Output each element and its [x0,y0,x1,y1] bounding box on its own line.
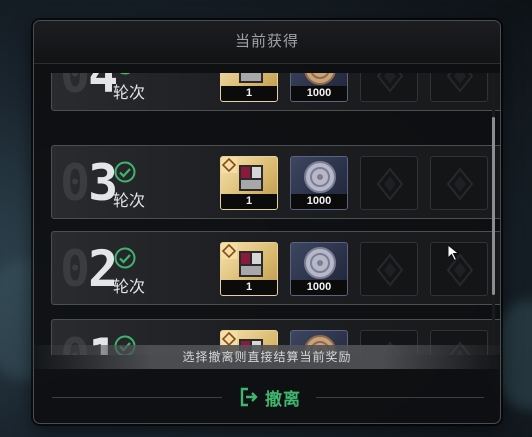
reward-quantity: 1000 [291,194,347,209]
round-row-02: 02 轮次 1 1000 [51,231,500,305]
reward-crate-slot[interactable]: 1 [220,156,278,210]
reward-empty-slot [360,73,418,102]
reward-quantity: 1 [221,194,277,209]
scrollbar[interactable] [492,73,495,355]
crate-icon [221,243,263,277]
leave-button-label: 撤离 [265,389,301,409]
panel-title: 当前获得 [34,21,500,64]
round-number-digit: 3 [88,154,118,212]
check-circle-icon [119,73,131,75]
exit-icon [240,387,258,407]
reward-coin-slot[interactable]: 1000 [290,73,348,102]
divider-left [52,397,222,398]
round-number-prefix: 0 [60,73,90,104]
coin-icon [304,161,336,193]
empty-slot-icon [376,253,404,287]
reward-quantity: 1000 [291,280,347,295]
round-label: 轮次 [113,193,146,210]
round-number-prefix: 0 [60,240,90,298]
empty-slot-icon [446,167,474,201]
round-number-digit: 4 [88,73,118,104]
check-circle-icon [114,161,136,183]
reward-empty-slot [430,156,488,210]
round-row-03: 03 轮次 1 1000 [51,145,500,219]
reward-coin-slot[interactable]: 1000 [290,156,348,210]
empty-slot-icon [446,73,474,93]
reward-crate-slot[interactable]: 1 [220,73,278,102]
reward-quantity: 1 [221,86,277,101]
reward-quantity: 1 [221,280,277,295]
check-circle-icon [114,247,136,269]
round-number: 03 [60,154,118,212]
reward-empty-slot [430,73,488,102]
reward-empty-slot [360,242,418,296]
scrollbar-thumb[interactable] [492,117,495,295]
crate-icon [221,157,263,191]
empty-slot-icon [376,73,404,93]
coin-icon [304,247,336,279]
reward-crate-slot[interactable]: 1 [220,242,278,296]
rounds-list[interactable]: 04 轮次 1 1000 03 轮次 1 1000 02 轮次 1 1000 [34,73,500,355]
rewards-panel: 当前获得 04 轮次 1 1000 03 轮次 1 1000 02 轮次 1 1… [33,20,501,424]
divider-right [316,397,484,398]
round-row-04: 04 轮次 1 1000 [51,73,500,111]
round-number: 02 [60,240,118,298]
empty-slot-icon [376,167,404,201]
round-label: 轮次 [113,279,146,296]
round-number: 04 [60,73,118,104]
leave-button[interactable]: 撤离 [230,383,310,411]
reward-coin-slot[interactable]: 1000 [290,242,348,296]
reward-quantity: 1000 [291,86,347,101]
round-label: 轮次 [113,85,146,102]
mouse-cursor-icon [447,244,460,262]
leave-notice: 选择撤离则直接结算当前奖励 [34,345,500,369]
round-number-prefix: 0 [60,154,90,212]
reward-empty-slot [360,156,418,210]
round-number-digit: 2 [88,240,118,298]
